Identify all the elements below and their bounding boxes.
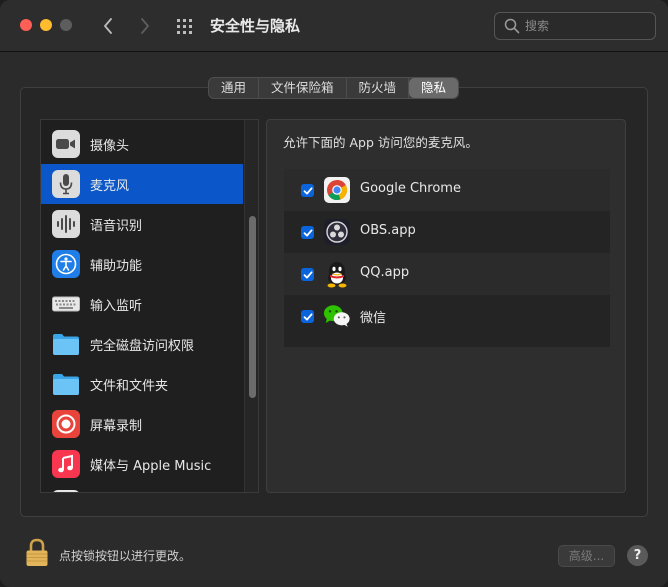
accessibility-icon: [52, 250, 80, 278]
sidebar-item-files-and-folders[interactable]: 文件和文件夹: [41, 364, 243, 404]
zoom-button[interactable]: [60, 19, 72, 31]
close-button[interactable]: [20, 19, 32, 31]
app-checkbox[interactable]: [301, 310, 314, 323]
qq-icon: [323, 260, 351, 288]
forward-button[interactable]: [134, 14, 156, 38]
app-row-wechat[interactable]: 微信: [284, 295, 610, 337]
sidebar-item-partial[interactable]: [41, 484, 243, 492]
obs-icon: [323, 218, 351, 246]
list-scrollbar[interactable]: [244, 120, 258, 492]
sidebar-item-camera[interactable]: 摄像头: [41, 124, 243, 164]
permission-description: 允许下面的 App 访问您的麦克风。: [283, 135, 478, 150]
sidebar-item-label: 辅助功能: [90, 259, 143, 274]
search-icon: [504, 18, 520, 34]
advanced-button[interactable]: 高级...: [558, 545, 615, 567]
sidebar-item-label: 输入监听: [90, 299, 143, 314]
sidebar-item-label: 麦克风: [90, 179, 130, 194]
tab-general[interactable]: 通用: [209, 78, 260, 98]
microphone-icon: [52, 170, 80, 198]
sidebar-item-input-monitoring[interactable]: 输入监听: [41, 284, 243, 324]
lock-button[interactable]: [25, 538, 49, 572]
app-row-obs[interactable]: OBS.app: [284, 211, 610, 253]
sidebar-item-label: 语音识别: [90, 219, 143, 234]
tab-privacy[interactable]: 隐私: [409, 78, 459, 98]
app-list: Google Chrome OBS.app QQ.app 微信: [284, 169, 610, 347]
tab-bar: 通用 文件保险箱 防火墙 隐私: [208, 77, 460, 99]
search-input[interactable]: [525, 17, 651, 35]
app-name: QQ.app: [360, 265, 410, 280]
title-bar: 安全性与隐私: [0, 0, 668, 52]
keyboard-icon: [52, 290, 80, 318]
wechat-icon: [323, 302, 351, 330]
checkmark-icon: [303, 228, 312, 236]
checkmark-icon: [303, 186, 312, 194]
sidebar-item-label: 文件和文件夹: [90, 379, 169, 394]
sidebar-item-label: 屏幕录制: [90, 419, 143, 434]
sidebar-item-label: 媒体与 Apple Music: [90, 459, 212, 474]
sidebar-item-microphone[interactable]: 麦克风: [41, 164, 243, 204]
sidebar-item-label: 摄像头: [90, 139, 130, 154]
sidebar-item-media-apple-music[interactable]: 媒体与 Apple Music: [41, 444, 243, 484]
camera-icon: [52, 130, 80, 158]
app-name: 微信: [360, 311, 387, 326]
window-title: 安全性与隐私: [210, 17, 301, 35]
grid-icon: [177, 19, 192, 34]
lock-icon: [26, 538, 48, 566]
preferences-window: 安全性与隐私 通用 文件保险箱 防火墙 隐私 摄像头 麦克风: [0, 0, 668, 587]
speech-recognition-icon: [52, 210, 80, 238]
scrollbar-thumb[interactable]: [249, 216, 256, 398]
tab-filevault[interactable]: 文件保险箱: [259, 78, 347, 98]
minimize-button[interactable]: [40, 19, 52, 31]
sidebar-item-accessibility[interactable]: 辅助功能: [41, 244, 243, 284]
sidebar-item-screen-recording[interactable]: 屏幕录制: [41, 404, 243, 444]
app-checkbox[interactable]: [301, 226, 314, 239]
music-icon: [52, 450, 80, 478]
sidebar-item-label: 完全磁盘访问权限: [90, 339, 195, 354]
app-row-qq[interactable]: QQ.app: [284, 253, 610, 295]
chrome-icon: [323, 176, 351, 204]
app-name: OBS.app: [360, 223, 416, 238]
folder-icon: [52, 370, 80, 398]
app-name: Google Chrome: [360, 181, 461, 196]
chevron-left-icon: [104, 18, 112, 34]
back-button[interactable]: [97, 14, 119, 38]
app-icon: [52, 490, 80, 492]
search-field[interactable]: [494, 12, 656, 40]
app-checkbox[interactable]: [301, 268, 314, 281]
chevron-right-icon: [141, 18, 149, 34]
tab-firewall[interactable]: 防火墙: [347, 78, 410, 98]
show-all-button[interactable]: [175, 16, 195, 36]
privacy-category-list[interactable]: 摄像头 麦克风 语音识别 辅助功能 输入监听 完全磁盘访问权限 文件和文件夹 屏…: [40, 119, 259, 493]
checkmark-icon: [303, 312, 312, 320]
checkmark-icon: [303, 270, 312, 278]
help-button[interactable]: ?: [627, 545, 648, 566]
lock-status-text: 点按锁按钮以进行更改。: [59, 549, 192, 563]
sidebar-item-full-disk-access[interactable]: 完全磁盘访问权限: [41, 324, 243, 364]
screen-recording-icon: [52, 410, 80, 438]
app-checkbox[interactable]: [301, 184, 314, 197]
app-row-chrome[interactable]: Google Chrome: [284, 169, 610, 211]
folder-icon: [52, 330, 80, 358]
sidebar-item-speech-recognition[interactable]: 语音识别: [41, 204, 243, 244]
